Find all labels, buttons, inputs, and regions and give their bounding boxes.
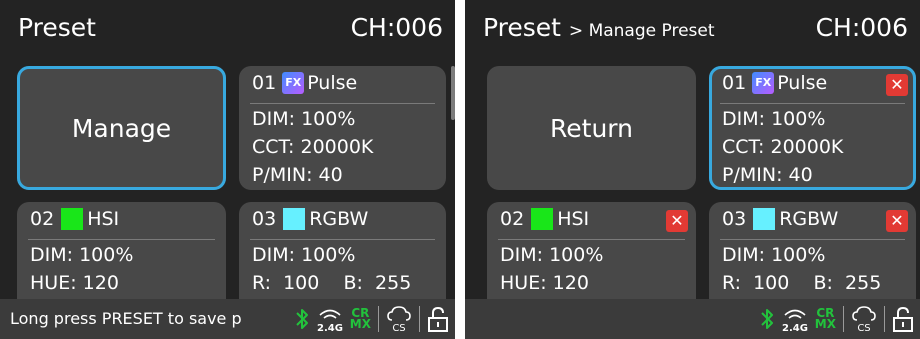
preset-number: 01 xyxy=(722,72,747,94)
divider xyxy=(720,103,905,104)
divider xyxy=(884,306,885,332)
delete-icon[interactable]: ✕ xyxy=(666,210,688,232)
preset-number: 02 xyxy=(30,208,55,230)
status-icons: 2.4G CR MX CS xyxy=(287,299,455,339)
lock-open-icon[interactable] xyxy=(892,305,914,333)
color-swatch-icon xyxy=(61,208,84,230)
scrollbar[interactable] xyxy=(451,66,455,120)
divider xyxy=(250,239,435,240)
preset-cct: CCT: 20000K xyxy=(722,136,844,158)
return-button[interactable]: Return xyxy=(487,66,696,190)
color-swatch-icon xyxy=(283,208,306,230)
preset-name: HSI xyxy=(557,208,590,230)
breadcrumb: > Manage Preset xyxy=(568,21,715,41)
preset-dim: DIM: 100% xyxy=(722,244,826,266)
divider xyxy=(419,306,420,332)
svg-text:2.4G: 2.4G xyxy=(782,323,808,333)
preset-card-03[interactable]: 03 RGBW ✕ DIM: 100% R: 100 B: 255 xyxy=(709,202,916,312)
status-bar: 2.4G CR MX CS xyxy=(465,299,920,339)
header: Preset CH:006 xyxy=(0,0,455,56)
preset-dim: DIM: 100% xyxy=(722,108,826,130)
svg-text:2.4G: 2.4G xyxy=(317,323,343,333)
divider xyxy=(378,306,379,332)
preset-name: Pulse xyxy=(307,72,358,94)
preset-pmin: P/MIN: 40 xyxy=(252,164,343,186)
divider xyxy=(843,306,844,332)
hint-text: Long press PRESET to save p xyxy=(10,309,242,328)
channel-label: CH:006 xyxy=(350,13,443,42)
manage-button[interactable]: Manage xyxy=(17,66,226,190)
status-bar: Long press PRESET to save p 2.4G CR MX C… xyxy=(0,299,455,339)
preset-pmin: P/MIN: 40 xyxy=(722,164,813,186)
page-title: Preset xyxy=(18,13,96,42)
preset-card-01[interactable]: 01 FX Pulse DIM: 100% CCT: 20000K P/MIN:… xyxy=(239,66,446,190)
crmx-icon: CR MX xyxy=(349,306,371,331)
preset-number: 03 xyxy=(252,208,277,230)
preset-name: RGBW xyxy=(309,208,369,230)
cloud-cs-icon: CS xyxy=(386,305,412,333)
preset-rgb: R: 100 B: 255 xyxy=(252,272,412,294)
return-button-label: Return xyxy=(550,113,633,143)
divider xyxy=(250,103,435,104)
preset-name: Pulse xyxy=(777,72,828,94)
divider xyxy=(28,239,215,240)
preset-hue: HUE: 120 xyxy=(30,272,119,294)
svg-text:CS: CS xyxy=(857,323,870,333)
preset-card-01[interactable]: 01 FX Pulse ✕ DIM: 100% CCT: 20000K P/MI… xyxy=(709,66,916,190)
fx-icon: FX xyxy=(752,72,775,94)
preset-name: HSI xyxy=(87,208,120,230)
bluetooth-icon xyxy=(759,306,775,332)
preset-dim: DIM: 100% xyxy=(252,108,356,130)
delete-icon[interactable]: ✕ xyxy=(886,74,908,96)
preset-dim: DIM: 100% xyxy=(30,244,134,266)
manage-button-label: Manage xyxy=(71,113,172,143)
preset-rgb: R: 100 B: 255 xyxy=(722,272,882,294)
lock-open-icon[interactable] xyxy=(427,305,449,333)
wireless-2.4g-icon: 2.4G xyxy=(782,305,808,333)
preset-number: 03 xyxy=(722,208,747,230)
status-icons: 2.4G CR MX CS xyxy=(752,299,920,339)
preset-number: 01 xyxy=(252,72,277,94)
preset-card-02[interactable]: 02 HSI ✕ DIM: 100% HUE: 120 xyxy=(487,202,696,312)
preset-dim: DIM: 100% xyxy=(252,244,356,266)
color-swatch-icon xyxy=(531,208,554,230)
header: Preset > Manage Preset CH:006 xyxy=(465,0,920,56)
divider xyxy=(720,239,905,240)
channel-label: CH:006 xyxy=(815,13,908,42)
bluetooth-icon xyxy=(294,306,310,332)
cloud-cs-icon: CS xyxy=(851,305,877,333)
preset-card-03[interactable]: 03 RGBW DIM: 100% R: 100 B: 255 xyxy=(239,202,446,312)
wireless-2.4g-icon: 2.4G xyxy=(317,305,343,333)
color-swatch-icon xyxy=(753,208,776,230)
preset-cct: CCT: 20000K xyxy=(252,136,374,158)
preset-number: 02 xyxy=(500,208,525,230)
crmx-icon: CR MX xyxy=(814,306,836,331)
preset-hue: HUE: 120 xyxy=(500,272,589,294)
preset-card-02[interactable]: 02 HSI DIM: 100% HUE: 120 xyxy=(17,202,226,312)
divider xyxy=(498,239,685,240)
svg-text:CS: CS xyxy=(392,323,405,333)
preset-name: RGBW xyxy=(779,208,839,230)
fx-icon: FX xyxy=(282,72,305,94)
preset-screen: Preset CH:006 Manage 01 FX Pulse DIM: 10… xyxy=(0,0,455,339)
delete-icon[interactable]: ✕ xyxy=(886,210,908,232)
preset-dim: DIM: 100% xyxy=(500,244,604,266)
manage-preset-screen: Preset > Manage Preset CH:006 Return 01 … xyxy=(465,0,920,339)
page-title: Preset xyxy=(483,13,561,42)
